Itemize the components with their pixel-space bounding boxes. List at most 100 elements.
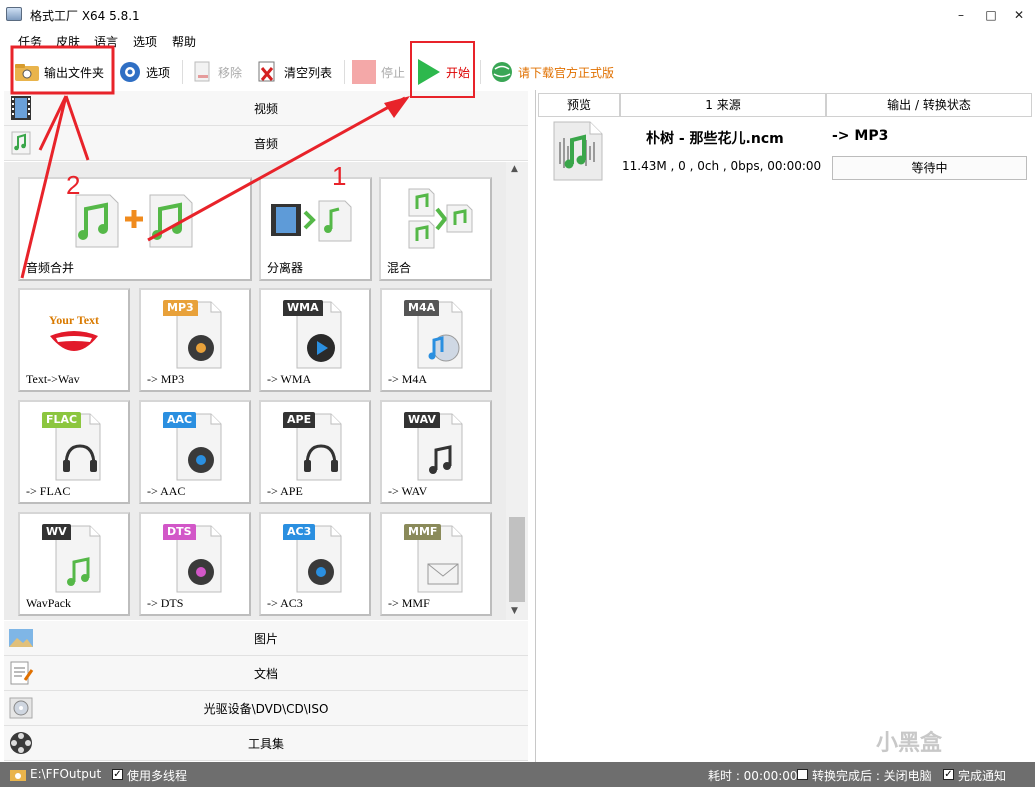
category-rom-device[interactable]: 光驱设备\DVD\CD\ISO	[4, 691, 528, 726]
category-document[interactable]: 文档	[4, 656, 528, 691]
start-button[interactable]: 开始	[416, 57, 470, 87]
multithread-checkbox[interactable]: ✓	[112, 769, 123, 780]
remove-doc-icon	[194, 61, 210, 82]
format-tile[interactable]: Your Text Text->Wav	[18, 288, 130, 392]
category-tools[interactable]: 工具集	[4, 726, 528, 761]
format-tile[interactable]: WV WavPack	[18, 512, 130, 616]
shutdown-checkbox[interactable]	[797, 769, 808, 780]
format-tile[interactable]: MP3 -> MP3	[139, 288, 251, 392]
start-label: 开始	[446, 65, 471, 80]
tile-mix-label: 混合	[387, 261, 412, 275]
format-tile[interactable]: AC3 -> AC3	[259, 512, 371, 616]
output-folder-button[interactable]: 输出文件夹	[14, 57, 104, 87]
format-tile-label: -> M4A	[388, 372, 428, 386]
category-audio[interactable]: 音频	[4, 126, 528, 161]
format-badge: MP3	[163, 300, 198, 316]
format-tile-label: -> FLAC	[26, 484, 71, 498]
format-tile[interactable]: WMA -> WMA	[259, 288, 371, 392]
format-tile[interactable]: FLAC -> FLAC	[18, 400, 130, 504]
menu-help[interactable]: 帮助	[172, 33, 196, 50]
toolbar-separator	[480, 60, 481, 84]
category-video-label: 视频	[253, 102, 278, 116]
notify-label: 完成通知	[958, 769, 1007, 783]
column-source-header[interactable]: 1 来源	[620, 93, 826, 117]
format-tile-label: -> WAV	[388, 484, 428, 498]
category-panel: 视频 音频 音频合并 分离器 混合 Your Text Text->Wav MP…	[0, 90, 530, 762]
format-tile[interactable]: AAC -> AAC	[139, 400, 251, 504]
remove-button[interactable]: 移除	[192, 57, 242, 87]
task-source-name: 朴树 - 那些花儿.ncm	[646, 131, 784, 147]
format-tile[interactable]: APE -> APE	[259, 400, 371, 504]
options-label: 选项	[146, 65, 171, 80]
tile-audio-merge[interactable]: 音频合并	[18, 177, 252, 281]
folder-icon	[15, 64, 39, 81]
stop-icon	[352, 60, 376, 84]
format-badge: AC3	[283, 524, 316, 540]
format-badge: M4A	[404, 300, 440, 316]
task-list-panel: 预览 1 来源 输出 / 转换状态 朴树 - 那些花儿.ncm -> MP3 1…	[535, 90, 1035, 762]
minimize-button[interactable]: –	[946, 4, 976, 26]
format-badge: WV	[42, 524, 71, 540]
play-icon	[418, 59, 440, 85]
output-path[interactable]: E:\FFOutput	[30, 767, 101, 781]
category-rom-label: 光驱设备\DVD\CD\ISO	[203, 702, 329, 716]
remove-label: 移除	[218, 65, 243, 80]
svg-text:Your Text: Your Text	[49, 313, 99, 327]
scroll-down-arrow-icon[interactable]: ▼	[511, 606, 518, 616]
menu-skin[interactable]: 皮肤	[56, 33, 80, 50]
notify-checkbox[interactable]: ✓	[943, 769, 954, 780]
menu-language[interactable]: 语言	[94, 33, 118, 50]
title-bar: 格式工厂 X64 5.8.1 – □ ✕	[0, 0, 1035, 30]
task-source-info: 11.43M , 0 , 0ch , 0bps, 00:00:00	[622, 159, 822, 173]
grid-scrollbar[interactable]: ▲ ▼	[506, 162, 528, 620]
scroll-up-arrow-icon[interactable]: ▲	[511, 164, 518, 174]
clear-list-label: 清空列表	[284, 65, 333, 80]
category-video[interactable]: 视频	[4, 91, 528, 126]
output-folder-label: 输出文件夹	[44, 65, 105, 80]
options-button[interactable]: 选项	[118, 57, 170, 87]
category-audio-label: 音频	[253, 137, 278, 151]
download-official-link[interactable]: 请下载官方正式版	[490, 57, 614, 87]
audio-file-preview-icon	[553, 121, 603, 181]
format-tile-label: -> APE	[267, 484, 303, 498]
toolbar-separator	[182, 60, 183, 84]
format-tile-label: -> AAC	[147, 484, 186, 498]
status-bar: E:\FFOutput ✓ 使用多线程 耗时 : 00:00:00 转换完成后 …	[0, 762, 1035, 787]
close-button[interactable]: ✕	[1004, 4, 1034, 26]
output-folder-small-icon	[10, 770, 26, 781]
column-preview-header[interactable]: 预览	[538, 93, 620, 117]
category-image[interactable]: 图片	[4, 621, 528, 656]
stop-label: 停止	[381, 65, 406, 80]
format-badge: MMF	[404, 524, 442, 540]
format-factory-window: 格式工厂 X64 5.8.1 – □ ✕ 任务 皮肤 语言 选项 帮助 输出文件…	[0, 0, 1035, 787]
menu-options[interactable]: 选项	[133, 33, 157, 50]
format-tile-label: -> WMA	[267, 372, 312, 386]
column-output-header[interactable]: 输出 / 转换状态	[826, 93, 1032, 117]
format-tile[interactable]: MMF -> MMF	[380, 512, 492, 616]
category-image-label: 图片	[253, 632, 278, 646]
menu-task[interactable]: 任务	[18, 33, 42, 50]
format-badge: WMA	[283, 300, 323, 316]
category-tools-label: 工具集	[247, 737, 284, 751]
tile-audio-merge-label: 音频合并	[26, 261, 75, 275]
after-done-label: 转换完成后 : 关闭电脑	[812, 769, 932, 783]
toolbar: 输出文件夹 选项 移除 清空列表 停止 开始 请下载官方正式版	[0, 52, 1035, 90]
format-tile[interactable]: DTS -> DTS	[139, 512, 251, 616]
menu-bar: 任务 皮肤 语言 选项 帮助	[0, 30, 1035, 50]
format-tile-label: -> MMF	[388, 596, 430, 610]
format-badge: AAC	[163, 412, 197, 428]
format-tile[interactable]: WAV -> WAV	[380, 400, 492, 504]
format-badge: DTS	[163, 524, 196, 540]
scroll-thumb[interactable]	[509, 517, 525, 602]
format-badge: WAV	[404, 412, 440, 428]
format-tile[interactable]: M4A -> M4A	[380, 288, 492, 392]
stop-button[interactable]: 停止	[351, 57, 405, 87]
maximize-button[interactable]: □	[976, 4, 1006, 26]
format-tile-label: -> MP3	[147, 372, 185, 386]
task-output-format: -> MP3	[832, 128, 889, 144]
tile-mix[interactable]: 混合	[379, 177, 492, 281]
multithread-label: 使用多线程	[127, 769, 188, 783]
clear-list-button[interactable]: 清空列表	[256, 57, 332, 87]
tile-splitter[interactable]: 分离器	[259, 177, 372, 281]
format-tile-label: -> DTS	[147, 596, 184, 610]
